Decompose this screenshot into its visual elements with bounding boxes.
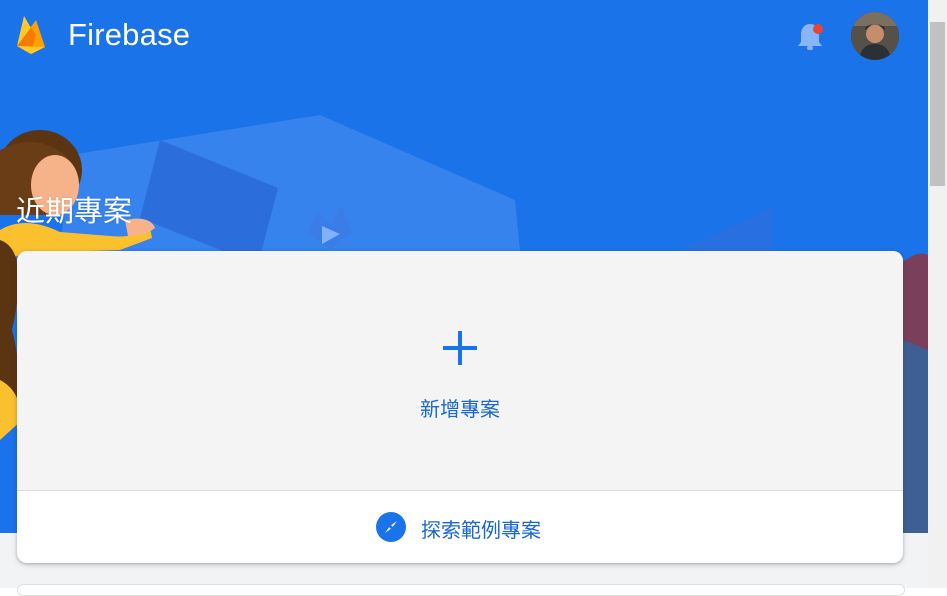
- bell-icon[interactable]: [796, 20, 824, 52]
- add-project-button[interactable]: 新增專案: [17, 251, 903, 491]
- explore-demo-project-link[interactable]: 探索範例專案: [17, 491, 903, 563]
- project-card: 新增專案 探索範例專案: [17, 251, 903, 563]
- top-app-bar: Firebase: [0, 0, 928, 72]
- add-project-label: 新增專案: [420, 397, 500, 421]
- next-card-edge: [17, 584, 905, 596]
- brand-name[interactable]: Firebase: [68, 17, 190, 53]
- firebase-flame-icon[interactable]: [14, 14, 48, 56]
- plus-icon: [443, 331, 477, 365]
- vertical-scrollbar[interactable]: [928, 0, 947, 588]
- section-title-recent-projects: 近期專案: [16, 194, 133, 228]
- scrollbar-thumb[interactable]: [930, 22, 945, 186]
- user-avatar[interactable]: [851, 12, 899, 60]
- compass-icon: [376, 512, 406, 542]
- explore-demo-label: 探索範例專案: [421, 518, 541, 542]
